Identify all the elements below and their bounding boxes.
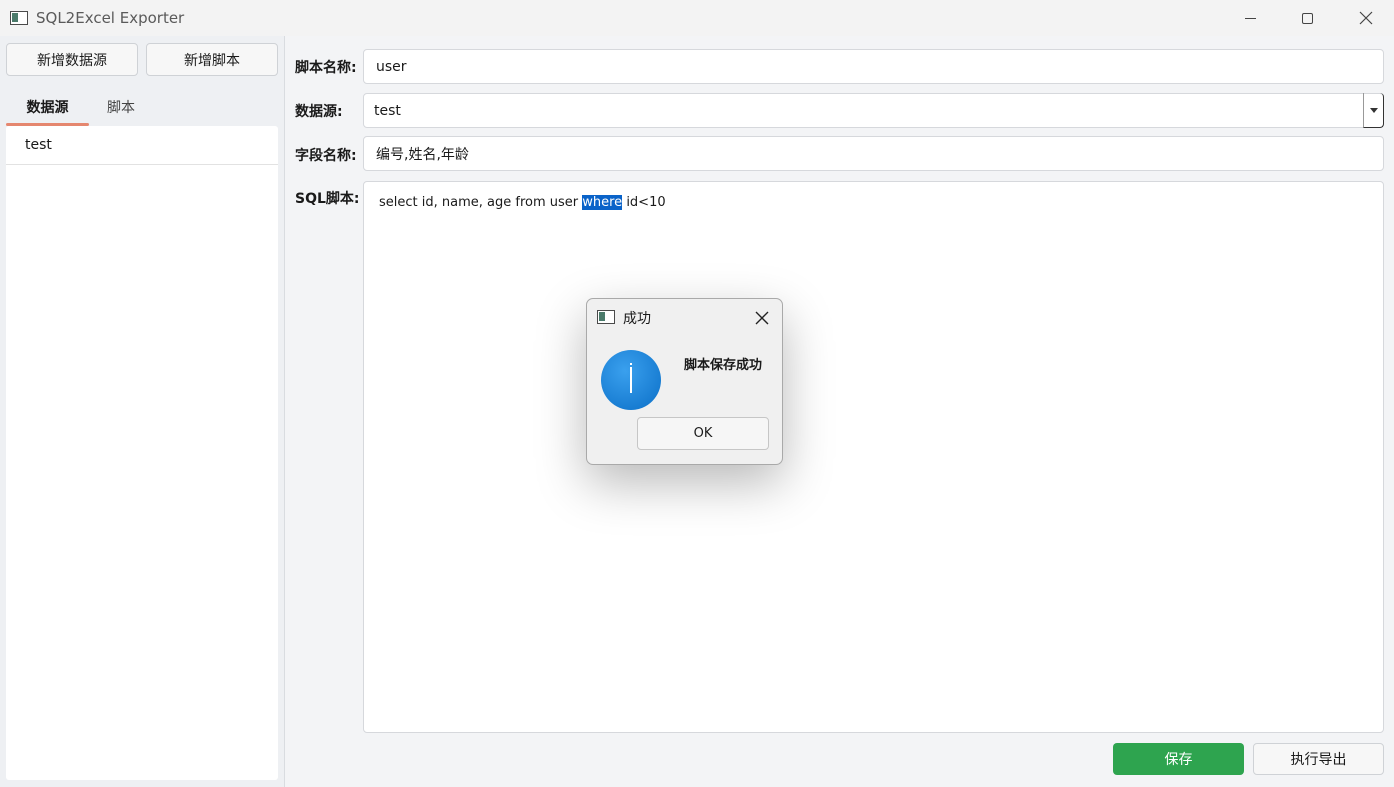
- script-name-label: 脚本名称:: [295, 60, 357, 76]
- datasource-list: test: [6, 126, 278, 780]
- app-icon: [597, 310, 615, 324]
- sql-label: SQL脚本:: [295, 191, 360, 207]
- sql-editor[interactable]: select id, name, age from user where id<…: [363, 181, 1384, 733]
- minimize-button[interactable]: [1220, 0, 1280, 36]
- add-script-button[interactable]: 新增脚本: [146, 43, 278, 76]
- app-icon: [10, 11, 28, 25]
- save-button[interactable]: 保存: [1113, 743, 1244, 775]
- list-item[interactable]: test: [6, 126, 278, 165]
- tab-script[interactable]: 脚本: [89, 88, 153, 126]
- fields-input[interactable]: 编号,姓名,年龄: [363, 136, 1384, 171]
- datasource-select-value: test: [374, 102, 401, 119]
- sql-text-before: select id, name, age from user: [379, 195, 583, 210]
- window-title: SQL2Excel Exporter: [36, 9, 185, 27]
- title-bar: SQL2Excel Exporter: [0, 0, 1394, 36]
- script-name-input[interactable]: user: [363, 49, 1384, 84]
- close-icon: [755, 311, 769, 325]
- close-icon: [1359, 11, 1373, 25]
- minimize-icon: [1244, 17, 1256, 19]
- dialog-close-button[interactable]: [751, 307, 773, 329]
- fields-label: 字段名称:: [295, 148, 357, 164]
- close-button[interactable]: [1336, 0, 1394, 36]
- maximize-button[interactable]: [1277, 0, 1337, 36]
- datasource-label: 数据源:: [295, 104, 343, 120]
- export-button[interactable]: 执行导出: [1253, 743, 1384, 775]
- info-icon: [601, 350, 661, 410]
- dialog-message: 脚本保存成功: [684, 358, 763, 373]
- tab-bar: 数据源 脚本: [6, 88, 278, 126]
- left-panel: 新增数据源 新增脚本 数据源 脚本 test: [0, 36, 284, 787]
- sql-text-selected: where: [582, 195, 623, 210]
- sql-text-after: id<10: [622, 195, 666, 210]
- maximize-icon: [1301, 12, 1313, 24]
- success-dialog: 成功 脚本保存成功 OK: [586, 298, 783, 465]
- ok-button[interactable]: OK: [637, 417, 769, 450]
- chevron-down-icon[interactable]: [1363, 93, 1384, 128]
- datasource-select[interactable]: test: [363, 93, 1384, 128]
- add-datasource-button[interactable]: 新增数据源: [6, 43, 138, 76]
- dialog-title: 成功: [623, 311, 651, 327]
- editor-panel: 脚本名称: user 数据源: test 字段名称: 编号,姓名,年龄 SQL脚…: [285, 36, 1394, 787]
- tab-datasource[interactable]: 数据源: [6, 88, 89, 126]
